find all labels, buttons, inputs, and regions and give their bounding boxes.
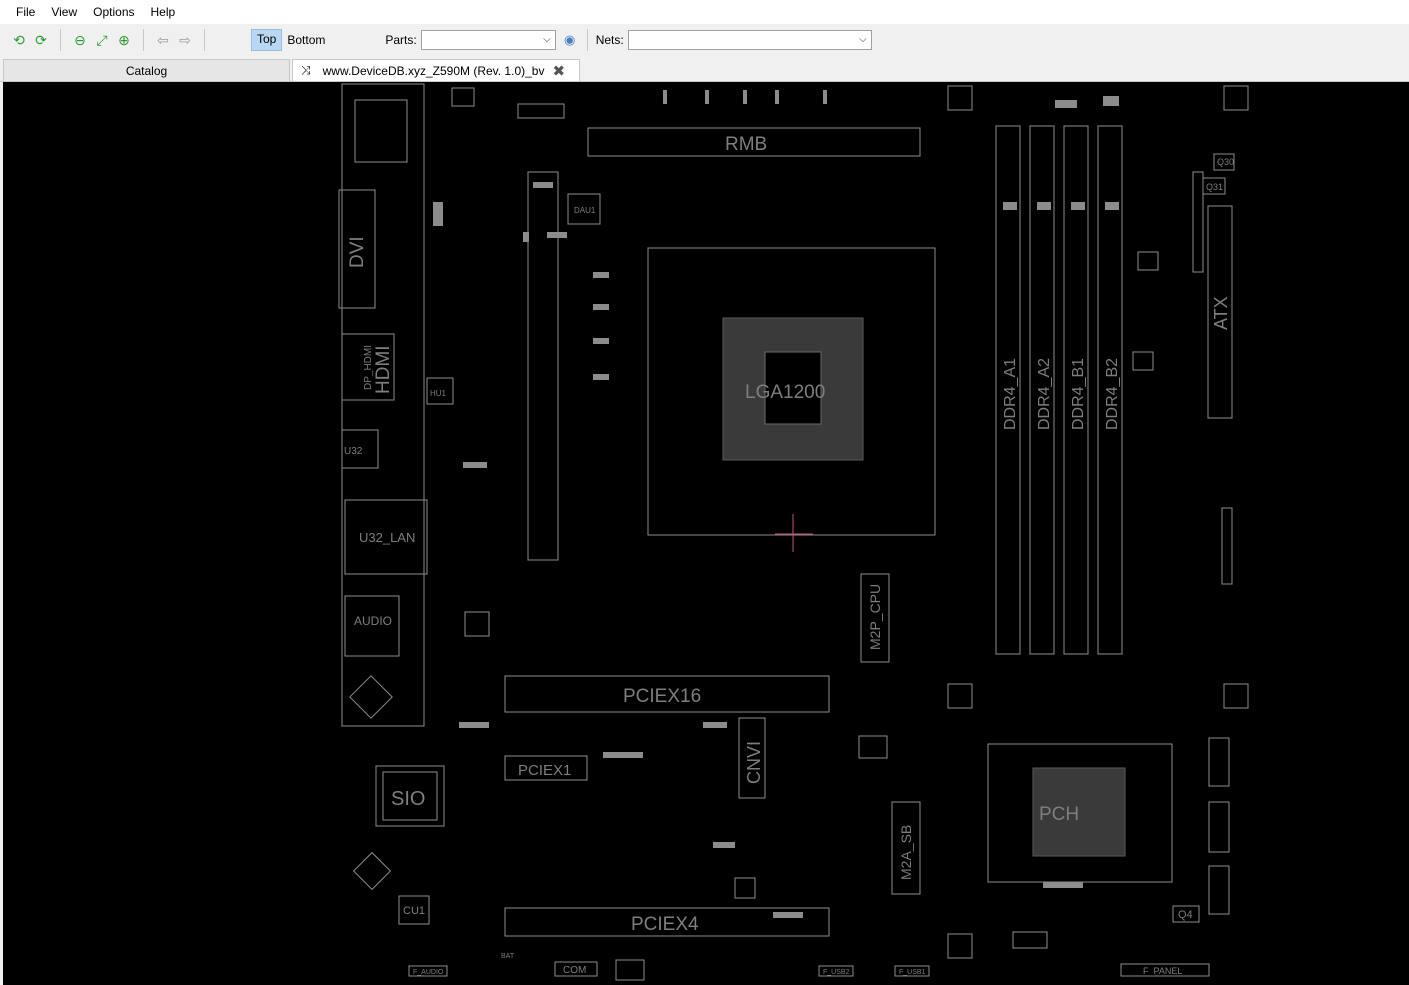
toolbar-separator	[60, 29, 61, 51]
tab-catalog[interactable]: Catalog	[3, 59, 290, 81]
ddr4-a1-label: DDR4_A1	[1002, 358, 1019, 430]
menu-file[interactable]: File	[8, 0, 43, 24]
cu1-label: CU1	[403, 905, 425, 917]
tab-document-label: www.DeviceDB.xyz_Z590M (Rev. 1.0)_bv	[322, 63, 545, 78]
part-outline	[1192, 171, 1204, 273]
chevron-down-icon: ⌵	[859, 34, 867, 45]
shuffle-icon: ⤨	[301, 63, 311, 77]
part-outline	[517, 103, 565, 119]
back-arrow-icon[interactable]: ⇦	[152, 29, 174, 51]
bat-outline	[615, 959, 645, 981]
mounting-hole-outline	[947, 933, 973, 959]
part-outline	[1208, 865, 1230, 915]
f-audio-label: F_AUDIO	[413, 969, 444, 976]
tab-document[interactable]: ⤨ www.DeviceDB.xyz_Z590M (Rev. 1.0)_bv ✖	[292, 59, 580, 81]
toolbar-separator	[143, 29, 144, 51]
dau1-label: DAU1	[574, 206, 596, 215]
chip-outline	[352, 851, 392, 891]
part-outline	[1137, 251, 1159, 271]
q4-label: Q4	[1178, 909, 1193, 921]
bat-label: BAT	[501, 953, 515, 960]
part-outline	[1132, 351, 1154, 371]
q30-label: Q30	[1217, 157, 1234, 167]
board-view[interactable]: RMB DVI HDMI DP_HDMI U32 U32_LAN AUDIO D…	[3, 82, 1409, 985]
pciex16-label: PCIEX16	[623, 686, 701, 707]
f-panel-label: F_PANEL	[1143, 966, 1182, 976]
q31-label: Q31	[1206, 182, 1223, 192]
menu-options[interactable]: Options	[85, 0, 142, 24]
dvi-label: DVI	[347, 236, 368, 268]
usb-label: U32	[344, 446, 363, 457]
rear-io-outline	[341, 83, 425, 727]
parts-select[interactable]: ⌵	[420, 30, 556, 50]
ddr4-a2-label: DDR4_A2	[1036, 358, 1053, 430]
bottom-view-button[interactable]: Bottom	[282, 30, 330, 50]
zoom-out-icon[interactable]: ⊖	[69, 29, 91, 51]
heatsink-outline	[527, 171, 559, 561]
pch-label: PCH	[1039, 804, 1079, 825]
nets-label: Nets:	[595, 33, 624, 47]
part-outline	[734, 877, 756, 899]
board-canvas[interactable]: RMB DVI HDMI DP_HDMI U32 U32_LAN AUDIO D…	[3, 82, 1409, 985]
part-outline	[858, 735, 888, 759]
zoom-in-icon[interactable]: ⊕	[113, 29, 135, 51]
f-usb2-label: F_USB2	[823, 969, 850, 976]
fit-board-icon[interactable]: ⤢	[91, 29, 113, 51]
cursor-marker	[775, 514, 813, 552]
rmb-label: RMB	[725, 134, 767, 155]
tab-catalog-label: Catalog	[125, 63, 168, 78]
m2p-cpu-label: M2P_CPU	[867, 584, 883, 650]
audio-label: AUDIO	[354, 614, 392, 628]
toolbar: ⟲ ⟳ ⊖ ⤢ ⊕ ⇦ ⇨ Top Bottom Parts: ⌵ ◉ Nets…	[0, 24, 1409, 56]
rotate-right-icon[interactable]: ⟳	[30, 29, 52, 51]
menu-help[interactable]: Help	[143, 0, 184, 24]
toolbar-separator	[586, 29, 588, 51]
part-outline	[1012, 931, 1048, 949]
menu-view[interactable]: View	[43, 0, 85, 24]
ddr4-b2-label: DDR4_B2	[1104, 358, 1121, 430]
hdmi-label: HDMI	[373, 345, 394, 394]
menu-bar: File View Options Help	[0, 0, 1409, 24]
pciex1-label: PCIEX1	[518, 762, 571, 779]
mounting-hole-outline	[947, 683, 973, 709]
forward-arrow-icon[interactable]: ⇨	[174, 29, 196, 51]
sio-label: SIO	[391, 788, 425, 810]
atx-label: ATX	[1211, 296, 1231, 330]
pciex4-label: PCIEX4	[631, 914, 699, 935]
part-outline	[1208, 737, 1230, 787]
rotate-left-icon[interactable]: ⟲	[8, 29, 30, 51]
com-label: COM	[563, 965, 586, 976]
top-view-button[interactable]: Top	[251, 29, 283, 51]
mounting-hole-outline	[451, 87, 475, 107]
nets-select[interactable]: ⌵	[627, 30, 872, 50]
highlight-bulb-icon[interactable]: ◉	[561, 31, 579, 49]
mounting-hole-outline	[947, 85, 973, 111]
cnvi-label: CNVI	[744, 741, 764, 784]
m2a-sb-label: M2A_SB	[898, 825, 914, 880]
chip-outline	[349, 675, 393, 719]
part-outline	[1208, 801, 1230, 853]
pad-markers	[433, 90, 1119, 918]
u32-lan-label: U32_LAN	[359, 530, 415, 545]
toolbar-separator	[204, 29, 205, 51]
hu1-label: HU1	[430, 389, 447, 398]
chevron-down-icon: ⌵	[543, 34, 551, 45]
close-icon[interactable]: ✖	[552, 62, 565, 80]
dp-hdmi-label: DP_HDMI	[363, 345, 374, 390]
mounting-hole-outline	[1223, 683, 1249, 709]
mounting-hole-outline	[1223, 85, 1249, 111]
header-outline	[1221, 507, 1233, 585]
part-outline	[464, 611, 490, 637]
lga1200-label: LGA1200	[745, 382, 825, 403]
connector-outline	[354, 99, 408, 163]
tab-bar: Catalog ⤨ www.DeviceDB.xyz_Z590M (Rev. 1…	[0, 56, 1409, 82]
f-usb1-label: F_USB1	[899, 969, 926, 976]
ddr4-b1-label: DDR4_B1	[1070, 358, 1087, 430]
parts-label: Parts:	[385, 33, 417, 47]
